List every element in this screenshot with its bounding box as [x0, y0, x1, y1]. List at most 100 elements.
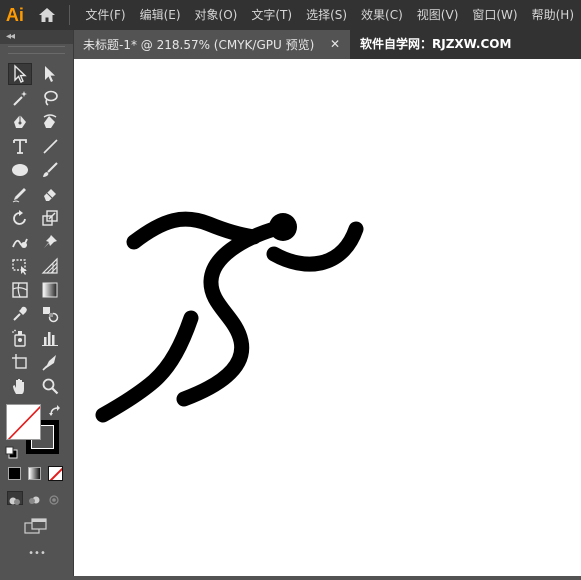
watermark-site-label: 软件自学网：RJZXW.COM — [360, 37, 512, 51]
default-fill-stroke-button[interactable] — [5, 444, 18, 459]
perspective-grid-tool[interactable] — [38, 255, 62, 277]
eyedropper-tool[interactable] — [8, 303, 32, 325]
draw-inside-button[interactable] — [47, 491, 63, 505]
document-tab-bar: 未标题-1* @ 218.57% (CMYK/GPU 预览) ✕ 软件自学网：R… — [74, 30, 581, 59]
document-tab-title: 未标题-1* @ 218.57% (CMYK/GPU 预览) — [83, 38, 315, 52]
puppet-warp-tool[interactable] — [38, 231, 62, 253]
symbol-sprayer-tool-icon — [12, 329, 26, 347]
menu-window[interactable]: 窗口(W) — [465, 0, 524, 30]
artboard-tool-icon — [12, 354, 27, 369]
direct-selection-tool-icon — [45, 66, 55, 82]
puppet-warp-tool-icon — [44, 235, 57, 248]
blend-tool[interactable] — [38, 303, 62, 325]
gradient-mode-button[interactable] — [28, 467, 41, 480]
pen-tool-icon — [14, 115, 26, 128]
selection-tool-icon — [14, 64, 27, 83]
paintbrush-tool-icon — [43, 162, 58, 177]
slice-tool[interactable] — [38, 351, 62, 373]
scale-tool[interactable] — [38, 207, 62, 229]
zoom-tool-icon — [42, 378, 59, 395]
none-slash-icon — [7, 405, 40, 439]
screen-mode-icon — [24, 518, 47, 534]
tools-panel: ◂◂ ••• — [0, 30, 74, 576]
type-tool-icon — [13, 139, 27, 154]
free-transform-tool[interactable] — [8, 255, 32, 277]
toolbar-collapse-button[interactable]: ◂◂ — [0, 30, 73, 44]
running-figure-artwork[interactable] — [74, 59, 581, 576]
eraser-tool-icon — [44, 189, 56, 201]
symbol-sprayer-tool[interactable] — [8, 327, 32, 349]
app-logo: Ai — [5, 4, 24, 25]
artboard-canvas[interactable] — [74, 59, 581, 576]
document-tab[interactable]: 未标题-1* @ 218.57% (CMYK/GPU 预览) ✕ — [74, 30, 350, 59]
artboard-tool[interactable] — [8, 351, 32, 373]
none-icon — [49, 467, 62, 480]
menu-select[interactable]: 选择(S) — [299, 0, 354, 30]
pencil-tool-icon — [12, 188, 26, 203]
gradient-tool[interactable] — [38, 279, 62, 301]
perspective-grid-tool-icon — [41, 257, 58, 274]
draw-normal-button[interactable] — [7, 491, 23, 505]
type-tool[interactable] — [8, 135, 32, 157]
zoom-tool[interactable] — [38, 375, 62, 397]
figure-head[interactable] — [269, 213, 297, 241]
curvature-tool-icon — [43, 114, 57, 128]
edit-toolbar-button[interactable]: ••• — [0, 548, 74, 559]
free-transform-tool-icon — [12, 259, 27, 275]
warp-tool[interactable] — [8, 231, 32, 253]
menu-file[interactable]: 文件(F) — [78, 0, 132, 30]
line-segment-tool[interactable] — [38, 135, 62, 157]
swap-arrow-icon — [49, 405, 60, 416]
column-graph-tool[interactable] — [38, 327, 62, 349]
color-mode-button[interactable] — [8, 467, 21, 480]
menu-view[interactable]: 视图(V) — [410, 0, 466, 30]
fill-swatch[interactable] — [6, 404, 41, 440]
magic-wand-tool-icon — [13, 91, 27, 106]
draw-normal-icon — [9, 497, 20, 505]
magic-wand-tool[interactable] — [8, 87, 32, 109]
swap-fill-stroke-button[interactable] — [48, 403, 62, 417]
pen-tool[interactable] — [8, 111, 32, 133]
menu-object[interactable]: 对象(O) — [188, 0, 245, 30]
shaper-tool[interactable] — [8, 183, 32, 205]
toolbar-grip[interactable] — [8, 46, 65, 54]
selection-tool[interactable] — [8, 63, 32, 85]
curvature-tool[interactable] — [38, 111, 62, 133]
home-button[interactable] — [30, 0, 64, 30]
ellipse-tool-icon — [12, 164, 28, 176]
eraser-tool[interactable] — [38, 183, 62, 205]
rotate-tool-icon — [13, 210, 26, 225]
line-segment-tool-icon — [43, 139, 58, 154]
menu-effect[interactable]: 效果(C) — [354, 0, 410, 30]
menu-edit[interactable]: 编辑(E) — [133, 0, 188, 30]
column-graph-tool-icon — [42, 332, 58, 346]
menu-type[interactable]: 文字(T) — [244, 0, 299, 30]
default-colors-icon — [5, 446, 18, 459]
hand-tool-icon — [13, 379, 24, 394]
menu-divider — [69, 5, 71, 25]
mesh-tool[interactable] — [8, 279, 32, 301]
home-icon — [38, 8, 55, 22]
slice-tool-icon — [42, 355, 56, 371]
scale-tool-icon — [42, 210, 58, 226]
menu-bar: Ai 文件(F) 编辑(E) 对象(O) 文字(T) 选择(S) 效果(C) 视… — [0, 0, 581, 30]
lasso-tool[interactable] — [38, 87, 62, 109]
warp-tool-icon — [12, 238, 28, 248]
hand-tool[interactable] — [8, 375, 32, 397]
screen-mode-button[interactable] — [24, 517, 48, 535]
rotate-tool[interactable] — [8, 207, 32, 229]
draw-behind-icon — [29, 496, 40, 504]
close-tab-button[interactable]: ✕ — [330, 30, 340, 59]
menu-help[interactable]: 帮助(H) — [525, 0, 581, 30]
blend-tool-icon — [43, 307, 59, 323]
paintbrush-tool[interactable] — [38, 159, 62, 181]
none-mode-button[interactable] — [48, 466, 63, 481]
ellipse-tool[interactable] — [8, 159, 32, 181]
lasso-tool-icon — [44, 90, 58, 106]
figure-torso[interactable] — [176, 221, 282, 407]
draw-inside-icon — [49, 495, 59, 505]
gradient-tool-icon — [42, 282, 58, 298]
draw-behind-button[interactable] — [27, 491, 43, 505]
direct-selection-tool[interactable] — [38, 63, 62, 85]
illustrator-window: Ai 文件(F) 编辑(E) 对象(O) 文字(T) 选择(S) 效果(C) 视… — [0, 0, 581, 576]
